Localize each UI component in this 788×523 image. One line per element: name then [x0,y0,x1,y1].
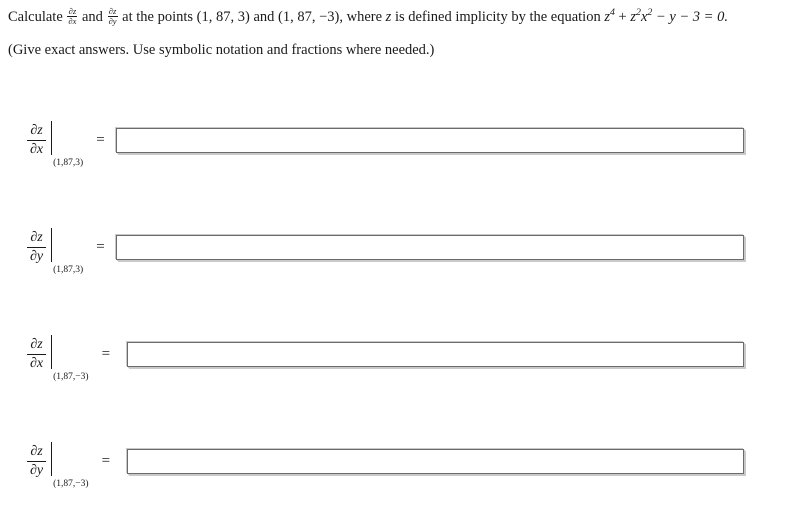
fraction-denominator: ∂x [67,16,78,27]
fraction-numerator: ∂z [30,122,43,138]
evaluation-bar-icon [51,228,53,262]
equation-term1-exponent: 4 [610,7,615,18]
answer-label: ∂z ∂x (1,87,−3) [0,335,89,382]
answer-input-dz-dy-at-1-87-3[interactable] [115,234,744,260]
fraction-numerator: ∂z [30,229,43,245]
evaluation-point-subscript: (1,87,3) [53,265,84,276]
answer-input-dz-dx-at-1-87-neg3[interactable] [127,341,744,367]
equation-remaining-terms: − y − 3 = 0. [655,8,728,25]
partial-derivative-fraction: ∂z ∂x [27,336,47,372]
evaluation-bar-icon [51,335,53,369]
answer-label: ∂z ∂x (1,87,3) [0,121,83,168]
fraction-numerator: ∂z [68,6,77,17]
question-variable-z: z [385,8,392,25]
fraction-denominator: ∂x [27,353,47,372]
answer-row: ∂z ∂y (1,87,3) = [0,224,788,275]
fraction-numerator: ∂z [108,6,117,17]
answer-label: ∂z ∂y (1,87,3) [0,228,83,275]
implicit-equation: z4 + z2x2 − y − 3 = 0. [604,7,728,25]
question-line-2: (Give exact answers. Use symbolic notati… [8,41,435,58]
answer-row: ∂z ∂x (1,87,−3) = [0,331,788,382]
equation-term2-exponent2: 2 [647,7,653,18]
fraction-denominator: ∂y [27,460,47,479]
evaluation-point-subscript: (1,87,−3) [53,479,89,490]
fraction-numerator: ∂z [30,443,43,459]
fraction-denominator: ∂x [27,139,47,158]
fraction-numerator: ∂z [30,336,43,352]
equals-sign: = [96,238,105,255]
question-prompt: Calculate ∂z ∂x and ∂z ∂y at the points (1… [8,3,780,60]
question-lead-text: Calculate [8,8,63,25]
inline-fraction-dz-dx: ∂z ∂x [67,6,78,27]
partial-derivative-fraction: ∂z ∂x [27,122,47,158]
answer-row: ∂z ∂x (1,87,3) = [0,117,788,168]
question-points-text: at the points (1, 87, 3) and (1, 87, −3)… [122,8,383,25]
question-equation-lead: is defined implicity by the equation [394,8,601,25]
partial-derivative-fraction: ∂z ∂y [27,229,47,265]
evaluation-point-subscript: (1,87,−3) [53,372,89,383]
equals-sign: = [96,131,105,148]
evaluation-bar-icon [51,442,53,476]
answer-input-dz-dy-at-1-87-neg3[interactable] [127,448,744,474]
answer-row: ∂z ∂y (1,87,−3) = [0,438,788,489]
question-conjunction: and [82,8,103,25]
equals-sign: = [101,345,111,362]
inline-fraction-dz-dy: ∂z ∂y [107,6,118,27]
answer-input-dz-dx-at-1-87-3[interactable] [115,127,744,153]
equals-sign: = [101,452,111,469]
question-line-1: Calculate ∂z ∂x and ∂z ∂y at the points (1… [8,3,780,27]
evaluation-bar-icon [51,121,53,155]
equation-plus-sign: + [618,8,627,25]
fraction-denominator: ∂y [107,16,118,27]
partial-derivative-fraction: ∂z ∂y [27,443,47,479]
evaluation-point-subscript: (1,87,3) [53,158,84,169]
answer-label: ∂z ∂y (1,87,−3) [0,442,89,489]
fraction-denominator: ∂y [27,246,47,265]
